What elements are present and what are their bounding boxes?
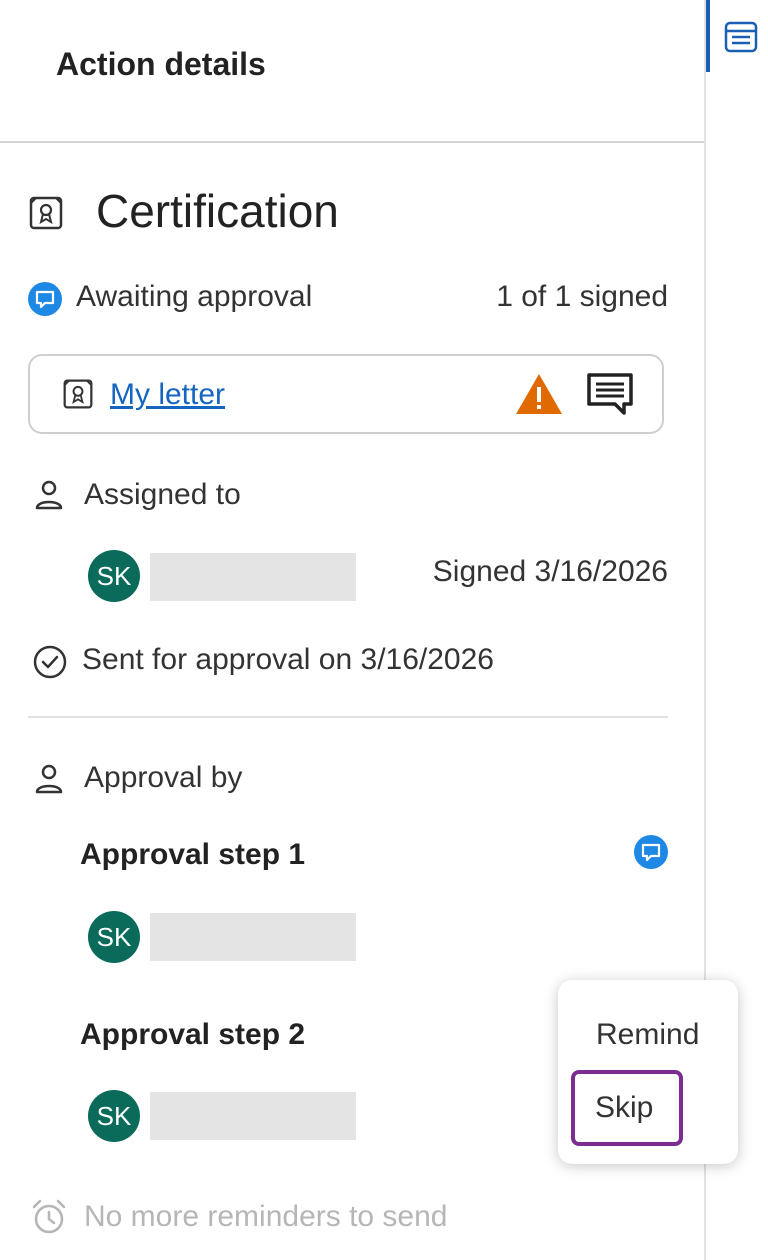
menu-item-skip-label: Skip xyxy=(595,1091,654,1124)
avatar: SK xyxy=(88,550,140,602)
chat-bubble-icon xyxy=(634,835,668,869)
no-reminders-text: No more reminders to send xyxy=(84,1200,448,1233)
alarm-clock-icon xyxy=(30,1198,68,1236)
header-divider xyxy=(0,141,704,143)
rail-active-indicator xyxy=(706,0,710,72)
approval-by-label: Approval by xyxy=(84,761,243,794)
comment-icon[interactable] xyxy=(586,372,634,416)
list-panel-icon[interactable] xyxy=(724,20,758,54)
sent-for-approval-text: Sent for approval on 3/16/2026 xyxy=(82,643,494,676)
approval-step-title: Approval step 2 xyxy=(80,1018,306,1051)
document-link[interactable]: My letter xyxy=(110,378,225,412)
avatar: SK xyxy=(88,911,140,963)
section-title: Certification xyxy=(96,185,339,237)
approval-step-title: Approval step 1 xyxy=(80,838,306,871)
page-title: Action details xyxy=(56,46,266,82)
menu-item-skip[interactable]: Skip xyxy=(571,1070,683,1146)
status-label: Awaiting approval xyxy=(76,280,313,313)
person-icon xyxy=(32,478,66,512)
menu-item-remind[interactable]: Remind xyxy=(596,1018,699,1052)
certificate-icon xyxy=(28,195,64,231)
approver-name-redacted xyxy=(150,1092,356,1140)
signed-count: 1 of 1 signed xyxy=(496,280,668,313)
check-circle-icon xyxy=(32,644,68,680)
signed-date: Signed 3/16/2026 xyxy=(432,555,668,588)
avatar: SK xyxy=(88,1090,140,1142)
section-divider xyxy=(28,716,668,718)
assignee-name-redacted xyxy=(150,553,356,601)
certificate-icon xyxy=(62,378,94,410)
approver-name-redacted xyxy=(150,913,356,961)
chat-bubble-icon xyxy=(28,282,62,316)
assigned-label: Assigned to xyxy=(84,478,241,511)
warning-icon[interactable] xyxy=(514,372,564,416)
person-icon xyxy=(32,762,66,796)
